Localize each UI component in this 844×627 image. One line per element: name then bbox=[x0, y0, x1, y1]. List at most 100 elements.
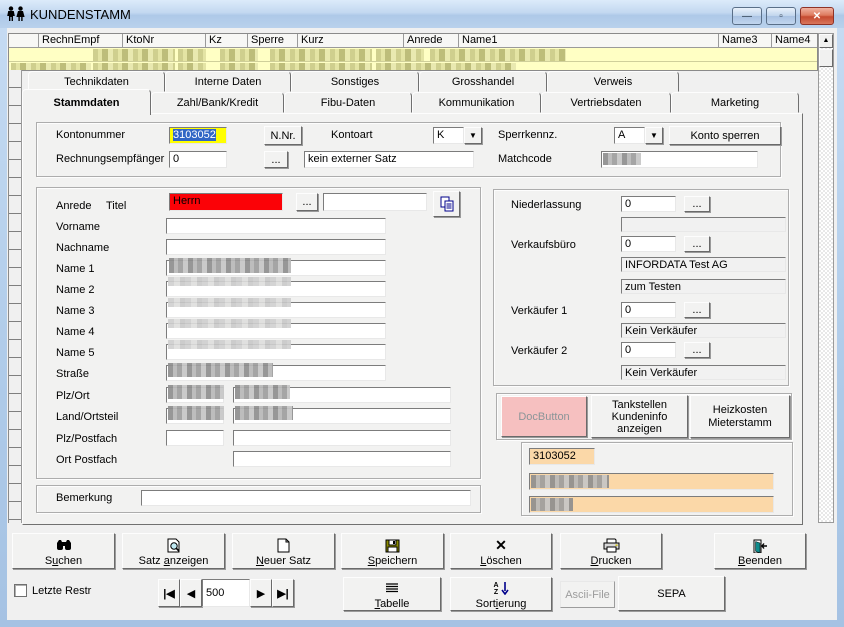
delete-x-icon: ✕ bbox=[495, 538, 507, 554]
anrede-field[interactable]: Herrn bbox=[169, 193, 283, 211]
anrede-browse-button[interactable]: ... bbox=[296, 193, 318, 211]
loeschen-button[interactable]: ✕ Löschen bbox=[450, 533, 552, 569]
sperrkennz-dropdown-button[interactable]: ▼ bbox=[645, 127, 663, 144]
verkaeufer1-field[interactable]: 0 bbox=[621, 302, 676, 318]
nav-last-button[interactable]: ▶| bbox=[272, 579, 294, 607]
tab-marketing[interactable]: Marketing bbox=[671, 92, 799, 113]
customer-grid[interactable]: RechnEmpf KtoNr Kz Sperre Kurz Anrede Na… bbox=[8, 33, 818, 71]
verkaufsbuero-info-field: zum Testen bbox=[621, 279, 786, 294]
table-row[interactable] bbox=[9, 48, 817, 62]
neuer-satz-button[interactable]: Neuer Satz bbox=[232, 533, 335, 569]
binoculars-icon bbox=[55, 538, 73, 554]
tab-fibu-daten[interactable]: Fibu-Daten bbox=[284, 92, 412, 113]
redacted-name5 bbox=[168, 340, 291, 349]
nav-next-icon: ▶ bbox=[257, 587, 265, 600]
verkaeufer2-browse-button[interactable]: ... bbox=[684, 342, 710, 358]
kontoart-select[interactable]: K bbox=[433, 127, 464, 144]
verkaeufer2-field[interactable]: 0 bbox=[621, 342, 676, 358]
bemerkung-field[interactable] bbox=[141, 490, 471, 506]
rechnungsempfaenger-browse-button[interactable]: ... bbox=[264, 151, 288, 168]
plz-postfach-field[interactable] bbox=[166, 430, 224, 446]
ortpostfach-label: Ort Postfach bbox=[56, 454, 117, 466]
rechnungsempfaenger-label: Rechnungsempfänger bbox=[56, 153, 164, 165]
tab-stammdaten[interactable]: Stammdaten bbox=[22, 89, 151, 115]
beenden-button[interactable]: Beenden bbox=[714, 533, 806, 569]
scroll-up-button[interactable]: ▲ bbox=[819, 34, 833, 48]
sperrkennz-select[interactable]: A bbox=[614, 127, 645, 144]
copy-address-button[interactable] bbox=[433, 191, 460, 217]
nav-count-field[interactable]: 500 bbox=[202, 579, 250, 607]
tab-zahl-bank-kredit[interactable]: Zahl/Bank/Kredit bbox=[151, 92, 284, 113]
landortsteil-label: Land/Ortsteil bbox=[56, 411, 118, 423]
redacted-info-ort bbox=[531, 498, 573, 511]
grid-col-kz[interactable]: Kz bbox=[206, 34, 248, 47]
redacted-name3 bbox=[168, 298, 291, 307]
grid-col-name3[interactable]: Name3 bbox=[719, 34, 772, 47]
tab-sonstiges[interactable]: Sonstiges bbox=[291, 71, 419, 92]
redacted-ort bbox=[235, 385, 290, 399]
verkaufsbuero-field[interactable]: 0 bbox=[621, 236, 676, 252]
tab-vertriebsdaten[interactable]: Vertriebsdaten bbox=[541, 92, 671, 113]
grid-col-name4[interactable]: Name4 bbox=[772, 34, 818, 47]
verkaeufer1-label: Verkäufer 1 bbox=[511, 305, 567, 317]
kontoart-dropdown-button[interactable]: ▼ bbox=[464, 127, 482, 144]
titel-field[interactable] bbox=[323, 193, 427, 211]
redacted-matchcode bbox=[603, 153, 641, 165]
heizkosten-mieterstamm-button[interactable]: Heizkosten Mieterstamm bbox=[690, 395, 790, 438]
table-row[interactable] bbox=[9, 62, 817, 71]
restore-button[interactable]: ▫ bbox=[766, 7, 796, 25]
niederlassung-browse-button[interactable]: ... bbox=[684, 196, 710, 212]
grid-col-sperre[interactable]: Sperre bbox=[248, 34, 298, 47]
bemerkung-label: Bemerkung bbox=[56, 492, 112, 504]
printer-icon bbox=[603, 538, 620, 554]
drucken-button[interactable]: Drucken bbox=[560, 533, 662, 569]
redacted-plz bbox=[168, 385, 224, 399]
kontonummer-field[interactable]: 3103052 bbox=[169, 127, 227, 144]
name2-label: Name 2 bbox=[56, 284, 95, 296]
tab-grosshandel[interactable]: Grosshandel bbox=[419, 71, 547, 92]
suchen-button[interactable]: Suchen bbox=[12, 533, 115, 569]
minimize-button[interactable]: — bbox=[732, 7, 762, 25]
tabelle-button[interactable]: Tabelle bbox=[343, 577, 441, 611]
doc-button[interactable]: DocButton bbox=[501, 396, 587, 437]
ascii-file-button: Ascii-File bbox=[560, 581, 615, 608]
postfach-field[interactable] bbox=[233, 430, 451, 446]
nav-prev-button[interactable]: ◀ bbox=[180, 579, 202, 607]
grid-col-ktonr[interactable]: KtoNr bbox=[123, 34, 206, 47]
redacted-land bbox=[168, 406, 224, 420]
niederlassung-field[interactable]: 0 bbox=[621, 196, 676, 212]
nachname-field[interactable] bbox=[166, 239, 386, 255]
ort-postfach-field[interactable] bbox=[233, 451, 451, 467]
tankstellen-kundeninfo-button[interactable]: Tankstellen Kundeninfo anzeigen bbox=[591, 395, 688, 438]
sepa-button[interactable]: SEPA bbox=[618, 576, 725, 611]
nav-first-button[interactable]: |◀ bbox=[158, 579, 180, 607]
verkaeufer1-browse-button[interactable]: ... bbox=[684, 302, 710, 318]
nachname-label: Nachname bbox=[56, 242, 109, 254]
tab-verweis[interactable]: Verweis bbox=[547, 71, 679, 92]
letzte-restr-checkbox[interactable] bbox=[14, 584, 27, 597]
ellipsis-icon: ... bbox=[692, 198, 701, 210]
nnr-button[interactable]: N.Nr. bbox=[264, 126, 302, 145]
verkaufsbuero-browse-button[interactable]: ... bbox=[684, 236, 710, 252]
vorname-field[interactable] bbox=[166, 218, 386, 234]
tab-kommunikation[interactable]: Kommunikation bbox=[412, 92, 541, 113]
verkaeufer2-name-field: Kein Verkäufer bbox=[621, 365, 786, 380]
sortierung-button[interactable]: AZ Sortierung bbox=[450, 577, 552, 611]
close-button[interactable]: ✕ bbox=[800, 7, 834, 25]
scrollbar-thumb[interactable] bbox=[819, 49, 833, 67]
grid-col-name1[interactable]: Name1 bbox=[459, 34, 719, 47]
grid-col-anrede[interactable]: Anrede bbox=[404, 34, 459, 47]
rechnungsempfaenger-field[interactable]: 0 bbox=[169, 151, 227, 168]
tab-interne-daten[interactable]: Interne Daten bbox=[165, 71, 291, 92]
grid-col-rechnempf[interactable]: RechnEmpf bbox=[39, 34, 123, 47]
letzte-restr-label: Letzte Restr bbox=[32, 585, 91, 597]
grid-col-kurz[interactable]: Kurz bbox=[298, 34, 404, 47]
satz-anzeigen-button[interactable]: Satz anzeigen bbox=[122, 533, 225, 569]
grid-vertical-scrollbar[interactable]: ▲ bbox=[818, 33, 834, 523]
verkaeufer2-label: Verkäufer 2 bbox=[511, 345, 567, 357]
nav-next-button[interactable]: ▶ bbox=[250, 579, 272, 607]
kontonummer-label: Kontonummer bbox=[56, 129, 125, 141]
title-bar[interactable]: KUNDENSTAMM — ▫ ✕ bbox=[0, 0, 844, 28]
speichern-button[interactable]: Speichern bbox=[341, 533, 444, 569]
konto-sperren-button[interactable]: Konto sperren bbox=[669, 126, 781, 145]
